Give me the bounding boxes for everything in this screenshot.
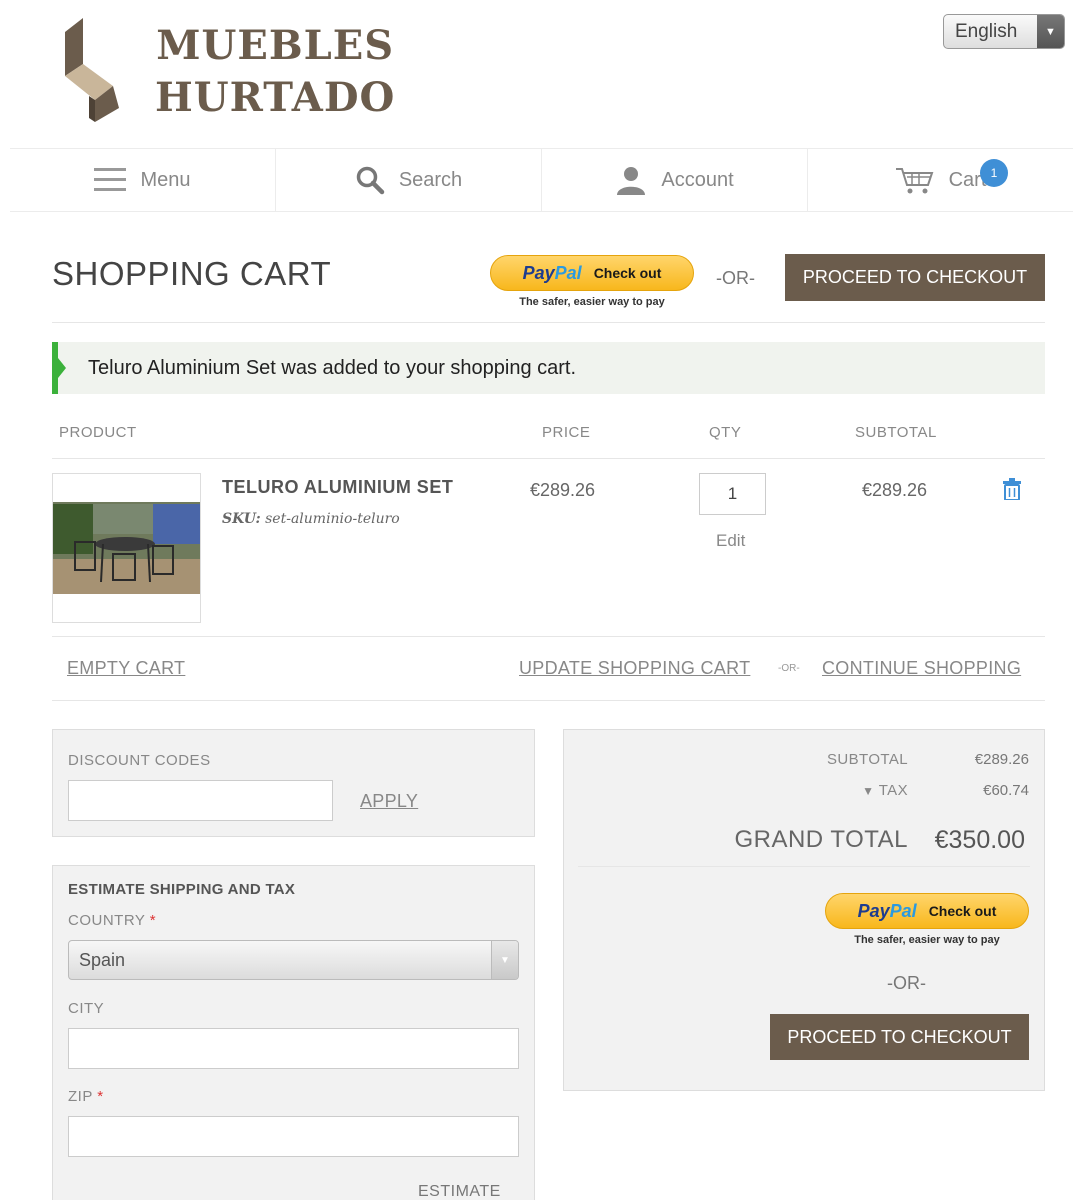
paypal-button[interactable]: PayPal Check out — [490, 255, 694, 291]
or-separator-top: -OR- — [716, 268, 755, 288]
paypal-logo-pal: Pal — [889, 900, 917, 921]
success-message: Teluro Aluminium Set was added to your s… — [52, 342, 1045, 394]
paypal-checkout-bottom[interactable]: PayPal Check out The safer, easier way t… — [825, 893, 1029, 946]
city-label: CITY — [68, 1000, 105, 1017]
item-subtotal: €289.26 — [862, 480, 928, 500]
empty-cart-link[interactable]: EMPTY CART — [67, 658, 185, 679]
brand-name: MUEBLES HURTADO — [155, 20, 395, 124]
zip-label-text: ZIP — [68, 1088, 93, 1105]
discount-title: DISCOUNT CODES — [68, 752, 211, 769]
proceed-to-checkout-button-top[interactable]: PROCEED TO CHECKOUT — [785, 254, 1045, 301]
chevron-down-icon: ▼ — [1037, 15, 1064, 48]
user-icon — [617, 167, 646, 195]
tax-label: TAX — [878, 782, 908, 799]
paypal-logo-pay: Pay — [522, 262, 555, 283]
continue-shopping-link[interactable]: CONTINUE SHOPPING — [822, 658, 1021, 679]
city-input[interactable] — [68, 1028, 519, 1069]
subtotal-value: €289.26 — [974, 751, 1029, 768]
item-price: €289.26 — [530, 480, 596, 500]
subtotal-label: SUBTOTAL — [827, 751, 908, 768]
required-mark: * — [97, 1088, 104, 1105]
header-qty: QTY — [709, 424, 742, 441]
cart-count-badge: 1 — [980, 159, 1008, 187]
tax-value: €60.74 — [983, 782, 1029, 799]
shopping-cart-icon — [895, 168, 933, 194]
header-subtotal: SUBTOTAL — [855, 424, 937, 441]
paypal-logo-icon: PayPal — [523, 263, 582, 284]
divider — [52, 700, 1045, 701]
nav-search[interactable]: Search — [276, 149, 542, 211]
page-title: SHOPPING CART — [52, 255, 332, 292]
country-label-text: COUNTRY — [68, 912, 146, 929]
brand-logo[interactable]: MUEBLES HURTADO — [55, 14, 400, 126]
product-name-link[interactable]: TELURO ALUMINIUM SET — [222, 477, 453, 498]
country-label: COUNTRY * — [68, 912, 156, 929]
product-sku: SKU: set-aluminio-teluro — [222, 511, 400, 527]
paypal-check-out-label: Check out — [593, 265, 662, 281]
search-icon — [356, 166, 385, 195]
divider — [578, 866, 1030, 867]
tax-toggle[interactable]: ▼ TAX — [780, 782, 908, 799]
shipping-title: ESTIMATE SHIPPING AND TAX — [68, 881, 296, 898]
proceed-to-checkout-button-bottom[interactable]: PROCEED TO CHECKOUT — [770, 1014, 1029, 1060]
success-message-text: Teluro Aluminium Set was added to your s… — [88, 356, 577, 379]
quantity-input[interactable] — [699, 473, 766, 515]
grand-total-label: GRAND TOTAL — [734, 826, 908, 853]
paypal-logo-pay: Pay — [857, 900, 890, 921]
paypal-tagline: The safer, easier way to pay — [854, 934, 1000, 946]
country-select[interactable]: Spain ▼ — [68, 940, 519, 980]
nav-account-label: Account — [661, 168, 734, 191]
product-image — [53, 502, 200, 594]
paypal-check-out-label: Check out — [928, 903, 997, 919]
paypal-tagline: The safer, easier way to pay — [519, 296, 665, 308]
nav-menu-label: Menu — [140, 168, 191, 191]
caret-down-icon: ▼ — [862, 784, 875, 798]
nav-cart[interactable]: Cart 1 — [808, 149, 1073, 211]
brand-name-line2: HURTADO — [155, 74, 396, 121]
paypal-logo-icon: PayPal — [858, 901, 917, 922]
discount-code-input[interactable] — [68, 780, 333, 821]
divider — [52, 636, 1045, 637]
apply-discount-link[interactable]: APPLY — [360, 791, 418, 812]
divider — [52, 458, 1045, 459]
grand-total-value: €350.00 — [934, 826, 1025, 854]
or-separator-small: -OR- — [778, 663, 800, 674]
header-product: PRODUCT — [59, 424, 137, 441]
sku-value: set-aluminio-teluro — [265, 511, 400, 527]
nav-account[interactable]: Account — [542, 149, 808, 211]
estimate-link[interactable]: ESTIMATE — [418, 1183, 501, 1200]
paypal-checkout-top[interactable]: PayPal Check out The safer, easier way t… — [490, 255, 694, 308]
sku-label: SKU: — [222, 511, 261, 527]
language-select-value: English — [955, 20, 1018, 42]
language-select[interactable]: English ▼ — [943, 14, 1065, 49]
main-nav: Menu Search Account Cart 1 — [10, 148, 1073, 212]
chevron-down-icon: ▼ — [491, 941, 518, 979]
edit-item-link[interactable]: Edit — [716, 531, 745, 551]
nav-menu[interactable]: Menu — [10, 149, 276, 211]
nav-search-label: Search — [398, 168, 463, 191]
paypal-logo-pal: Pal — [554, 262, 582, 283]
divider — [52, 322, 1045, 323]
country-select-value: Spain — [79, 949, 126, 970]
zip-input[interactable] — [68, 1116, 519, 1157]
trash-icon[interactable] — [1003, 478, 1021, 500]
product-thumbnail[interactable] — [52, 473, 201, 623]
brand-name-line1: MUEBLES — [156, 22, 395, 69]
logo-mark-icon — [65, 18, 119, 122]
header-price: PRICE — [542, 424, 591, 441]
hamburger-menu-icon — [94, 168, 127, 191]
paypal-button[interactable]: PayPal Check out — [825, 893, 1029, 929]
update-cart-link[interactable]: UPDATE SHOPPING CART — [519, 658, 750, 679]
zip-label: ZIP * — [68, 1088, 104, 1105]
required-mark: * — [149, 912, 157, 929]
or-separator-bottom: -OR- — [887, 973, 926, 993]
